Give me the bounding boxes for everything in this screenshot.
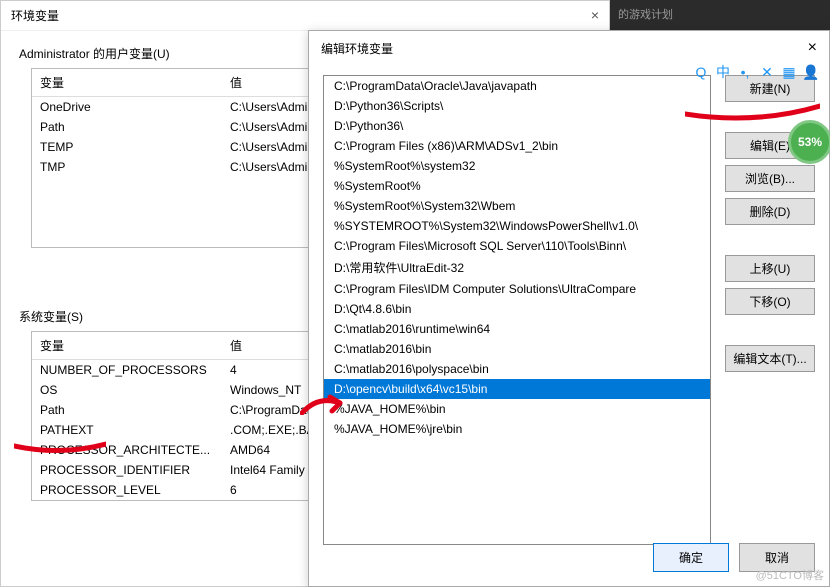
background-app-fragment: 的游戏计划 <box>610 0 830 30</box>
var-name: PATHEXT <box>32 420 222 440</box>
scissors-icon[interactable]: ✕ <box>758 63 776 81</box>
col-variable: 变量 <box>32 69 222 96</box>
list-item[interactable]: D:\opencv\build\x64\vc15\bin <box>324 379 710 399</box>
env-vars-titlebar: 环境变量 × <box>1 1 609 31</box>
watermark: @51CTO博客 <box>756 567 824 583</box>
list-item[interactable]: %JAVA_HOME%\jre\bin <box>324 419 710 439</box>
punctuation-icon[interactable]: •, <box>736 63 754 81</box>
toolbar-tray: Q 中 •, ✕ ▦ 👤 <box>692 63 820 81</box>
progress-badge: 53% <box>788 120 830 164</box>
var-name: Path <box>32 117 222 137</box>
close-icon[interactable]: × <box>591 7 599 24</box>
var-name: OS <box>32 380 222 400</box>
close-icon[interactable]: × <box>808 39 817 57</box>
list-item[interactable]: C:\ProgramData\Oracle\Java\javapath <box>324 76 710 96</box>
var-name: TEMP <box>32 137 222 157</box>
user-icon[interactable]: 👤 <box>802 63 820 81</box>
list-item[interactable]: C:\Program Files (x86)\ARM\ADSv1_2\bin <box>324 136 710 156</box>
list-item[interactable]: C:\Program Files\IDM Computer Solutions\… <box>324 279 710 299</box>
edit-text-button[interactable]: 编辑文本(T)... <box>725 345 815 372</box>
var-name: PROCESSOR_ARCHITECTE... <box>32 440 222 460</box>
var-name: Path <box>32 400 222 420</box>
list-item[interactable]: C:\Program Files\Microsoft SQL Server\11… <box>324 236 710 256</box>
keyboard-icon[interactable]: ▦ <box>780 63 798 81</box>
move-down-button[interactable]: 下移(O) <box>725 288 815 315</box>
var-name: TMP <box>32 157 222 177</box>
list-item[interactable]: %SystemRoot% <box>324 176 710 196</box>
list-item[interactable]: C:\matlab2016\runtime\win64 <box>324 319 710 339</box>
list-item[interactable]: %JAVA_HOME%\bin <box>324 399 710 419</box>
col-variable: 变量 <box>32 332 222 359</box>
ime-icon[interactable]: 中 <box>714 63 732 81</box>
list-item[interactable]: %SystemRoot%\System32\Wbem <box>324 196 710 216</box>
delete-button[interactable]: 删除(D) <box>725 198 815 225</box>
list-item[interactable]: D:\常用软件\UltraEdit-32 <box>324 256 710 279</box>
list-item[interactable]: C:\matlab2016\polyspace\bin <box>324 359 710 379</box>
list-item[interactable]: D:\Python36\Scripts\ <box>324 96 710 116</box>
edit-env-var-dialog: 编辑环境变量 × C:\ProgramData\Oracle\Java\java… <box>308 30 830 587</box>
list-item[interactable]: C:\matlab2016\bin <box>324 339 710 359</box>
browse-button[interactable]: 浏览(B)... <box>725 165 815 192</box>
var-name: NUMBER_OF_PROCESSORS <box>32 360 222 380</box>
list-item[interactable]: D:\Python36\ <box>324 116 710 136</box>
list-item[interactable]: D:\Qt\4.8.6\bin <box>324 299 710 319</box>
path-entries-list[interactable]: C:\ProgramData\Oracle\Java\javapathD:\Py… <box>323 75 711 545</box>
env-vars-title: 环境变量 <box>11 7 59 24</box>
list-item[interactable]: %SystemRoot%\system32 <box>324 156 710 176</box>
edit-env-var-title: 编辑环境变量 <box>321 40 393 57</box>
move-up-button[interactable]: 上移(U) <box>725 255 815 282</box>
var-name: PROCESSOR_LEVEL <box>32 480 222 500</box>
list-item[interactable]: %SYSTEMROOT%\System32\WindowsPowerShell\… <box>324 216 710 236</box>
var-name: OneDrive <box>32 97 222 117</box>
var-name: PROCESSOR_IDENTIFIER <box>32 460 222 480</box>
ok-button[interactable]: 确定 <box>653 543 729 572</box>
edit-env-var-titlebar: 编辑环境变量 × <box>309 31 829 65</box>
qq-icon[interactable]: Q <box>692 63 710 81</box>
